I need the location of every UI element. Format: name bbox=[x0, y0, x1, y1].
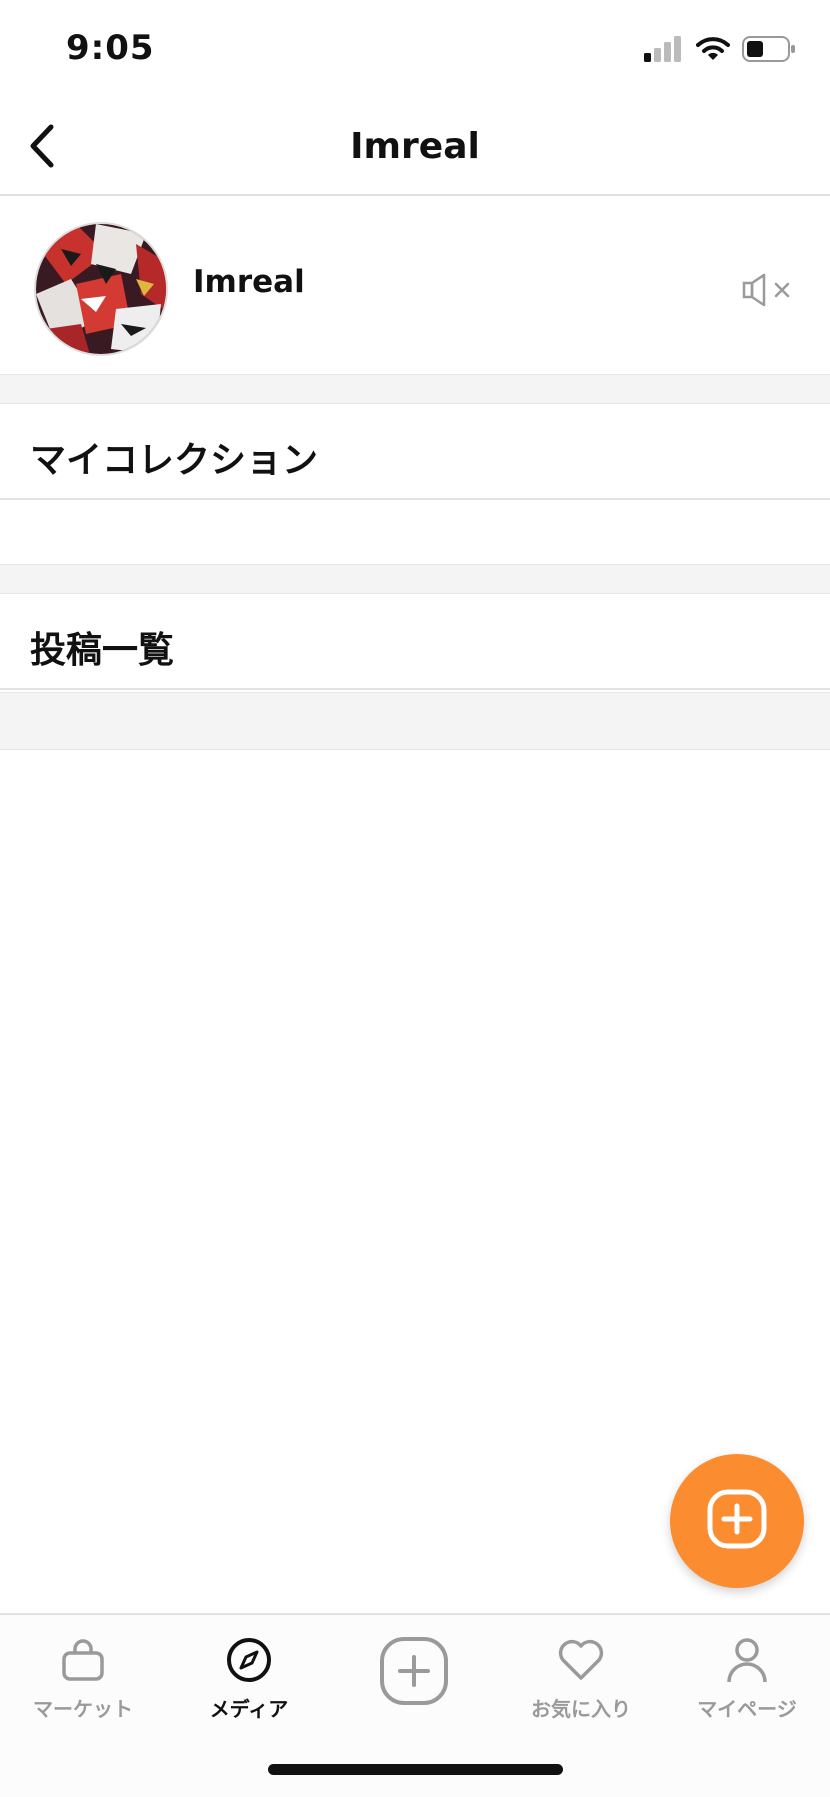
mute-button[interactable] bbox=[740, 268, 800, 316]
profile-name: Imreal bbox=[193, 264, 305, 300]
collection-title: マイコレクション bbox=[30, 440, 319, 481]
cellular-signal-icon bbox=[644, 36, 684, 62]
create-post-button[interactable] bbox=[670, 1454, 804, 1588]
tab-label: マーケット bbox=[33, 1697, 133, 1721]
tab-market[interactable]: マーケット bbox=[0, 1635, 166, 1735]
compass-icon bbox=[225, 1635, 273, 1685]
tab-post[interactable] bbox=[378, 1635, 450, 1707]
avatar[interactable] bbox=[34, 222, 168, 356]
tab-favorites[interactable]: お気に入り bbox=[498, 1635, 664, 1735]
profile-row[interactable]: Imreal bbox=[0, 196, 830, 374]
collection-content bbox=[0, 502, 830, 564]
tab-mypage[interactable]: マイページ bbox=[664, 1635, 830, 1735]
plus-square-icon bbox=[706, 1488, 768, 1554]
page-title: Imreal bbox=[350, 126, 480, 167]
speaker-muted-icon bbox=[742, 272, 798, 312]
wifi-icon bbox=[696, 36, 730, 62]
posts-content bbox=[0, 692, 830, 750]
tab-label: お気に入り bbox=[531, 1697, 631, 1721]
status-bar: 9:05 bbox=[0, 0, 830, 100]
tab-label: メディア bbox=[209, 1697, 289, 1721]
collection-section-header: マイコレクション bbox=[0, 404, 830, 500]
battery-icon bbox=[742, 36, 796, 62]
posts-section-header: 投稿一覧 bbox=[0, 594, 830, 690]
tab-media[interactable]: メディア bbox=[166, 1635, 332, 1735]
shopping-bag-icon bbox=[60, 1635, 106, 1685]
nav-header: Imreal bbox=[0, 100, 830, 196]
status-time: 9:05 bbox=[66, 28, 155, 68]
home-indicator bbox=[268, 1764, 563, 1775]
heart-icon bbox=[557, 1635, 605, 1685]
user-icon bbox=[725, 1635, 769, 1685]
tab-label: マイページ bbox=[697, 1697, 797, 1721]
plus-square-icon bbox=[378, 1637, 450, 1711]
section-divider bbox=[0, 374, 830, 404]
status-icons bbox=[644, 36, 796, 62]
section-divider bbox=[0, 564, 830, 594]
posts-title: 投稿一覧 bbox=[30, 630, 175, 671]
